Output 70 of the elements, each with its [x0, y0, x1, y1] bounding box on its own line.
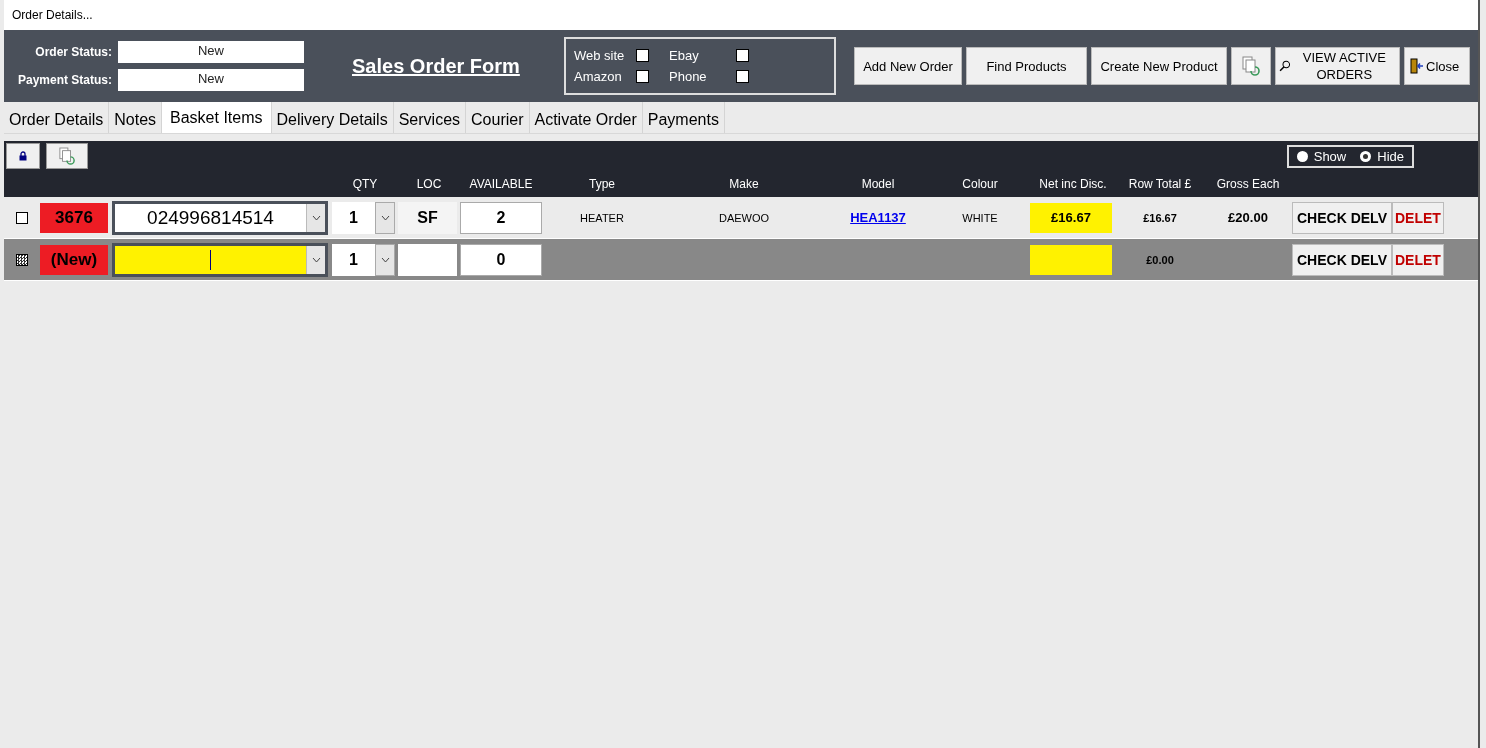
payment-status-field[interactable]: New: [118, 69, 304, 91]
channel-label: Ebay: [669, 48, 699, 63]
column-header: Colour: [961, 177, 999, 191]
record-selector[interactable]: [16, 253, 28, 266]
column-header: Make: [728, 177, 760, 191]
column-header: Row Total £: [1127, 177, 1193, 191]
column-header: AVAILABLE: [468, 177, 534, 191]
make-cell-text: DAEWOO: [717, 211, 771, 224]
channel-checkbox[interactable]: [636, 70, 649, 83]
column-header: Gross Each: [1215, 177, 1281, 191]
toolbar-button[interactable]: Add New Order: [854, 47, 962, 85]
radio-button[interactable]: [1360, 150, 1372, 162]
order-status-label: Order Status:: [34, 45, 113, 59]
order-status-field[interactable]: New: [118, 41, 304, 63]
channel-label: Phone: [669, 69, 707, 84]
column-header: QTY: [351, 177, 379, 191]
model-link[interactable]: HEA1137: [850, 210, 906, 225]
loc-field[interactable]: SF: [398, 201, 457, 234]
copy-refresh-icon: [59, 147, 75, 165]
net-price-field[interactable]: [1030, 244, 1112, 275]
window-title: Order Details...: [12, 8, 93, 22]
lock-button[interactable]: [6, 143, 40, 169]
channel-label: Amazon: [574, 69, 622, 84]
view-active-orders-button[interactable]: VIEW ACTIVE ORDERS: [1275, 47, 1400, 85]
row-total-cell-text: £0.00: [1145, 253, 1175, 266]
check-delivery-button[interactable]: CHECK DELV: [1292, 243, 1392, 276]
qty-combo[interactable]: 1: [332, 201, 395, 234]
item-id: 3676: [40, 202, 108, 233]
channel-checkbox[interactable]: [736, 70, 749, 83]
delete-button[interactable]: DELET: [1391, 201, 1444, 234]
search-icon: [1279, 58, 1291, 74]
column-header: Model: [860, 177, 896, 191]
qty-combo[interactable]: 1: [332, 243, 395, 276]
toolbar-button[interactable]: Find Products: [966, 47, 1087, 85]
row-total-cell-text: £16.67: [1142, 211, 1178, 224]
lock-icon: [19, 151, 27, 161]
product-combo[interactable]: [112, 242, 328, 277]
available-field[interactable]: 2: [460, 201, 542, 234]
column-header: Type: [588, 177, 616, 191]
tab[interactable]: Basket Items: [162, 102, 272, 133]
channel-checkbox[interactable]: [636, 49, 649, 62]
gross-each-cell-text: £20.00: [1227, 210, 1269, 225]
door-exit-icon: [1410, 58, 1424, 74]
chevron-down-icon: [380, 214, 390, 221]
form-title: Sales Order Form: [352, 54, 521, 78]
colour-cell-text: WHITE: [961, 211, 999, 224]
column-header: Net inc Disc.: [1038, 177, 1108, 191]
record-selector[interactable]: [16, 211, 28, 224]
type-cell-text: HEATER: [579, 211, 625, 224]
radio-label: Show: [1313, 148, 1347, 164]
refresh-button[interactable]: [46, 143, 88, 169]
chevron-down-icon: [311, 256, 321, 263]
loc-field[interactable]: [398, 243, 457, 276]
check-delivery-button[interactable]: CHECK DELV: [1292, 201, 1392, 234]
payment-status-label: Payment Status:: [16, 73, 113, 87]
channel-checkbox[interactable]: [736, 49, 749, 62]
delete-button[interactable]: DELET: [1391, 243, 1444, 276]
close-button[interactable]: Close: [1404, 47, 1470, 85]
product-combo[interactable]: 024996814514: [112, 200, 328, 235]
radio-label: Hide: [1377, 148, 1404, 164]
item-id: (New): [40, 244, 108, 275]
available-field[interactable]: 0: [460, 243, 542, 276]
chevron-down-icon: [311, 214, 321, 221]
column-header: LOC: [415, 177, 443, 191]
radio-button[interactable]: [1296, 150, 1308, 162]
copy-refresh-icon: [1242, 56, 1260, 76]
toolbar-button[interactable]: Create New Product: [1091, 47, 1227, 85]
channel-label: Web site: [574, 48, 625, 63]
chevron-down-icon: [380, 256, 390, 263]
net-price-field[interactable]: £16.67: [1030, 202, 1112, 233]
